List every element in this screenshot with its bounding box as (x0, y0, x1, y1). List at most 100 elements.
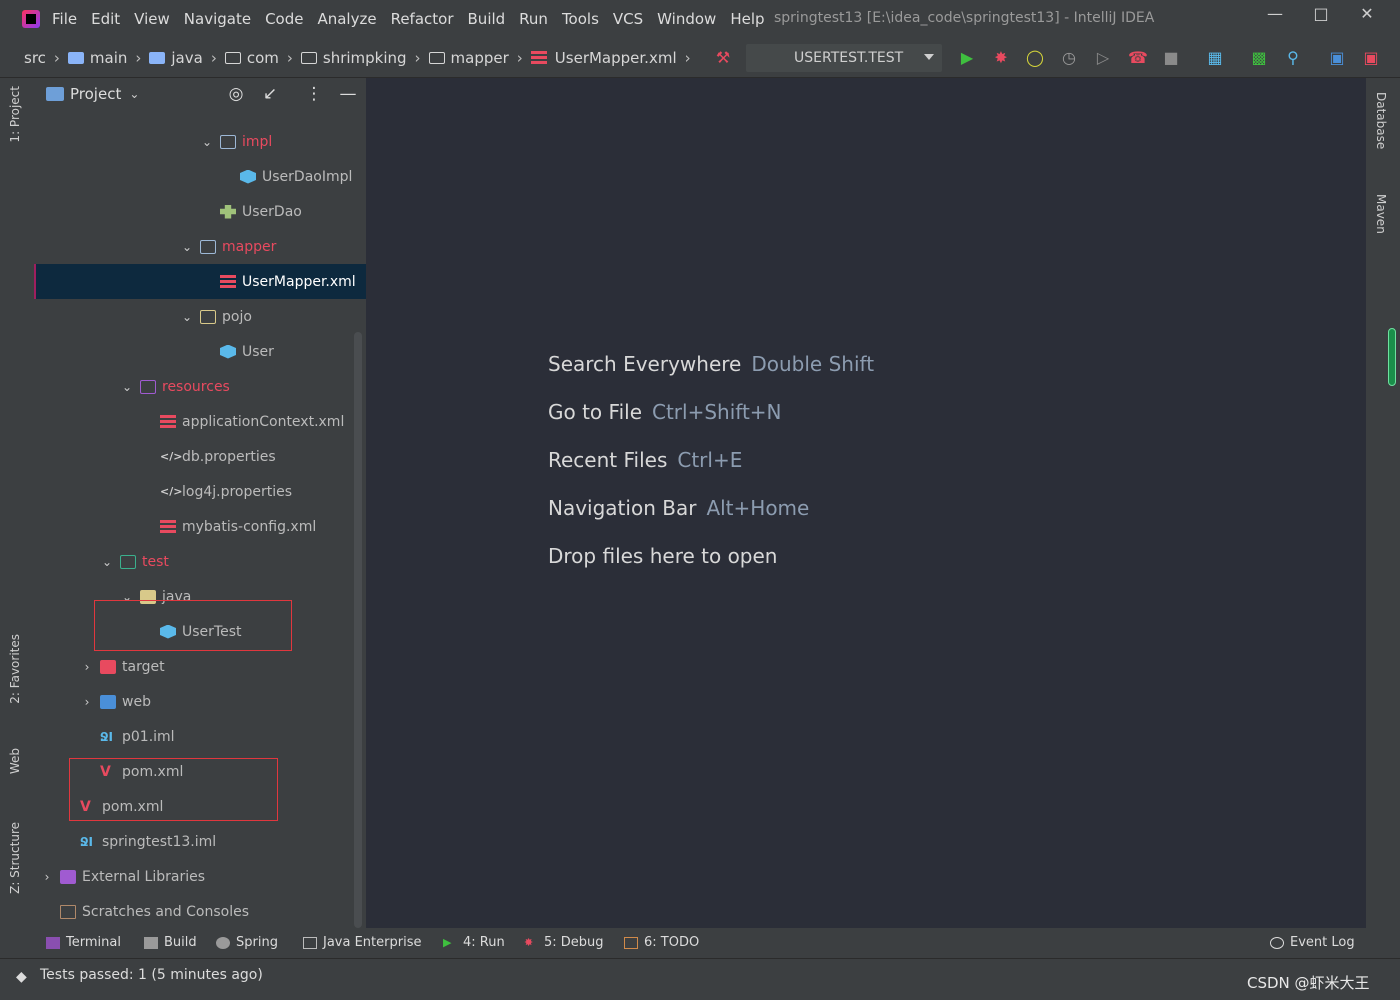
build-hammer-icon[interactable]: ⚒ (714, 49, 732, 67)
chevron-down-icon[interactable]: ⌄ (120, 380, 134, 394)
menu-navigate[interactable]: Navigate (184, 10, 251, 28)
locate-target-icon[interactable]: ◎ (226, 84, 246, 104)
breadcrumb-src[interactable]: src (24, 49, 46, 67)
tree-item-external-libraries[interactable]: › External Libraries (34, 859, 366, 894)
tool-run[interactable]: ▶ 4: Run (443, 935, 505, 950)
tree-item-resources[interactable]: ⌄ resources (34, 369, 366, 404)
breadcrumb-main[interactable]: main (90, 49, 127, 67)
chevron-down-icon[interactable]: ⌄ (129, 87, 139, 101)
tree-item-target[interactable]: › target (34, 649, 366, 684)
bottom-tool-bar: Terminal Build Spring Java Enterprise ▶ 4… (0, 928, 1400, 958)
tree-item-impl[interactable]: ⌄ impl (34, 124, 366, 159)
left-tool-strip: 1: Project 2: Favorites Web Z: Structure (0, 78, 34, 956)
run-configuration-select[interactable]: USERTEST.TEST (746, 44, 942, 72)
translate-alt-icon[interactable]: ▣ (1362, 49, 1380, 67)
tree-item-user[interactable]: User (34, 334, 366, 369)
debug-icon[interactable]: ✸ (992, 49, 1010, 67)
tool-windows-icon[interactable]: ◆ (16, 969, 27, 985)
tree-item-test[interactable]: ⌄ test (34, 544, 366, 579)
close-icon[interactable]: ✕ (1352, 4, 1382, 23)
maximize-icon[interactable]: □ (1306, 4, 1336, 23)
run-concurrent-icon[interactable]: ▷ (1094, 49, 1112, 67)
menu-file[interactable]: File (52, 10, 77, 28)
search-icon[interactable]: ⚲ (1284, 49, 1302, 67)
tool-debug[interactable]: ✸ 5: Debug (524, 935, 604, 950)
chevron-down-icon[interactable]: ⌄ (100, 555, 114, 569)
tree-item-db-properties[interactable]: </> db.properties (34, 439, 366, 474)
hide-panel-icon[interactable]: — (338, 84, 358, 104)
menu-build[interactable]: Build (468, 10, 506, 28)
tree-item-mapper[interactable]: ⌄ mapper (34, 229, 366, 264)
more-options-icon[interactable]: ⋮ (304, 84, 324, 104)
project-structure-icon[interactable]: ▦ (1206, 49, 1224, 67)
breadcrumb-java[interactable]: java (171, 49, 202, 67)
tab-web[interactable]: Web (8, 748, 22, 774)
run-configuration-label: USERTEST.TEST (794, 50, 904, 66)
tab-favorites[interactable]: 2: Favorites (8, 634, 22, 704)
coverage-icon[interactable]: ◯ (1026, 49, 1044, 67)
tab-project[interactable]: 1: Project (8, 86, 22, 143)
menu-run[interactable]: Run (519, 10, 548, 28)
terminal-icon[interactable]: ▩ (1250, 49, 1268, 67)
chevron-right-icon[interactable]: › (80, 695, 94, 709)
menu-code[interactable]: Code (265, 10, 303, 28)
tree-item-scratches[interactable]: Scratches and Consoles (34, 894, 366, 929)
tree-item-springtest13-iml[interactable]: ՋI springtest13.iml (34, 824, 366, 859)
tool-java-enterprise[interactable]: Java Enterprise (303, 935, 421, 950)
package-icon (300, 51, 317, 64)
tree-item-label: db.properties (182, 448, 276, 465)
iml-file-icon: ՋI (100, 729, 113, 744)
tab-structure[interactable]: Z: Structure (8, 822, 22, 894)
tree-item-log4j-properties[interactable]: </> log4j.properties (34, 474, 366, 509)
chevron-down-icon (924, 54, 934, 60)
package-icon (224, 51, 241, 64)
tool-todo[interactable]: 6: TODO (624, 935, 699, 950)
tree-item-pojo[interactable]: ⌄ pojo (34, 299, 366, 334)
tree-item-label: UserDao (242, 203, 302, 220)
breadcrumb-usermapper-xml[interactable]: UserMapper.xml (555, 49, 677, 67)
project-view-select[interactable]: Project (70, 85, 121, 103)
tab-database[interactable]: Database (1374, 92, 1388, 149)
excluded-folder-icon (100, 659, 116, 674)
menu-window[interactable]: Window (657, 10, 716, 28)
breadcrumb-com[interactable]: com (247, 49, 279, 67)
menu-help[interactable]: Help (730, 10, 764, 28)
stop-icon[interactable]: ■ (1162, 49, 1180, 67)
menu-edit[interactable]: Edit (91, 10, 120, 28)
run-icon[interactable]: ▶ (958, 49, 976, 67)
tab-maven[interactable]: Maven (1374, 194, 1388, 234)
minimize-icon[interactable]: — (1260, 4, 1290, 23)
menu-view[interactable]: View (134, 10, 170, 28)
tree-item-mybatis-config-xml[interactable]: mybatis-config.xml (34, 509, 366, 544)
chevron-down-icon[interactable]: ⌄ (180, 310, 194, 324)
chevron-down-icon[interactable]: ⌄ (180, 240, 194, 254)
tree-item-userdaoimpl[interactable]: UserDaoImpl (34, 159, 366, 194)
breadcrumb-mapper[interactable]: mapper (451, 49, 509, 67)
chevron-right-icon[interactable]: › (80, 660, 94, 674)
chevron-down-icon[interactable]: ⌄ (200, 135, 214, 149)
folder-icon (67, 51, 84, 64)
tool-build[interactable]: Build (144, 935, 197, 950)
menu-refactor[interactable]: Refactor (391, 10, 454, 28)
breadcrumb-shrimpking[interactable]: shrimpking (323, 49, 407, 67)
tree-item-usermapper-xml[interactable]: UserMapper.xml (34, 264, 366, 299)
menu-tools[interactable]: Tools (562, 10, 599, 28)
tree-item-p01-iml[interactable]: ՋI p01.iml (34, 719, 366, 754)
tree-item-applicationcontext-xml[interactable]: applicationContext.xml (34, 404, 366, 439)
attach-debugger-icon[interactable]: ☎ (1128, 49, 1148, 67)
tree-item-userdao[interactable]: UserDao (34, 194, 366, 229)
tool-terminal[interactable]: Terminal (46, 935, 121, 950)
tree-item-web[interactable]: › web (34, 684, 366, 719)
chevron-right-icon[interactable]: › (40, 870, 54, 884)
tool-event-log[interactable]: Event Log (1270, 935, 1355, 950)
status-message[interactable]: Tests passed: 1 (5 minutes ago) (40, 967, 263, 983)
collapse-all-icon[interactable]: ↙ (260, 84, 280, 104)
translate-icon[interactable]: ▣ (1328, 49, 1346, 67)
tree-item-label: mapper (222, 238, 277, 255)
profile-icon[interactable]: ◷ (1060, 49, 1078, 67)
scrollbar[interactable] (354, 332, 362, 928)
tool-spring[interactable]: Spring (216, 935, 278, 950)
menu-vcs[interactable]: VCS (613, 10, 643, 28)
menu-analyze[interactable]: Analyze (317, 10, 376, 28)
tree-item-label: Scratches and Consoles (82, 903, 249, 920)
